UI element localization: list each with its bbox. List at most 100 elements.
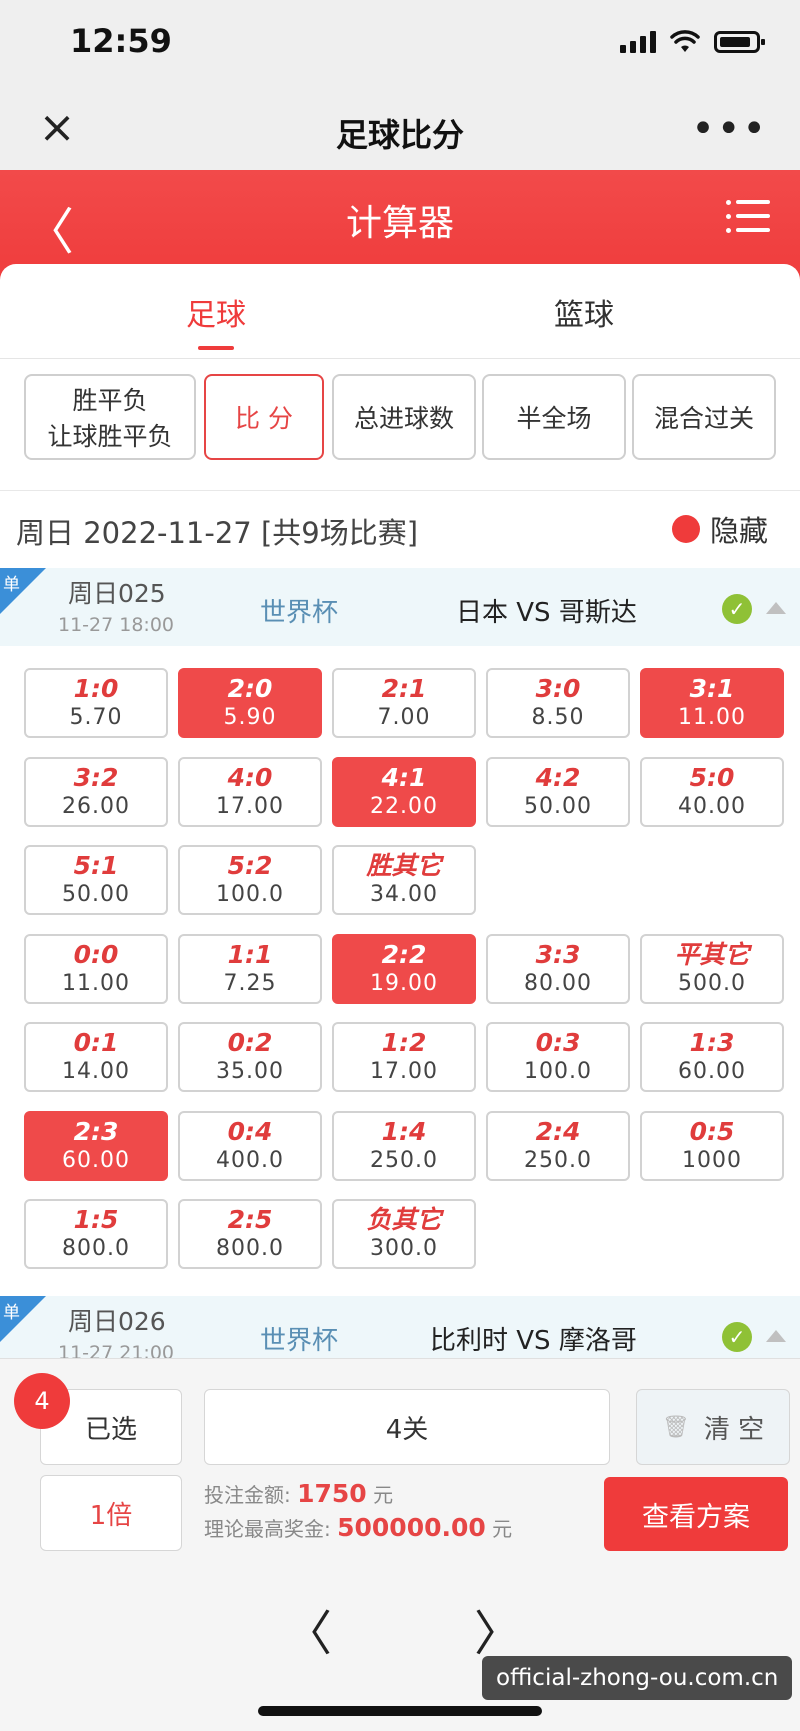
browser-forward-icon[interactable]: 〉 <box>474 1594 522 1664</box>
multiplier-label: 1倍 <box>89 1500 133 1531</box>
odds-value: 300.0 <box>370 1236 438 1261</box>
home-indicator[interactable] <box>258 1706 542 1716</box>
mode-score-button[interactable]: 比 分 <box>204 374 324 460</box>
score-odds-cell[interactable]: 1:0 5.70 <box>24 668 168 738</box>
odds-value: 50.00 <box>524 793 592 819</box>
mode-wdl-label: 胜平负 <box>72 386 148 415</box>
mode-half-full-label: 半全场 <box>516 404 592 433</box>
score-odds-cell[interactable]: 3:0 8.50 <box>486 668 630 738</box>
score-odds-cell[interactable]: 3:2 26.00 <box>24 756 168 827</box>
score-label: 负其它 <box>366 1205 442 1234</box>
score-odds-cell[interactable]: 1:3 60.00 <box>640 1022 784 1092</box>
sport-tabs: 足球 篮球 <box>0 264 800 359</box>
score-odds-cell[interactable]: 5:1 50.00 <box>24 845 168 915</box>
score-odds-cell[interactable]: 5:2 100.0 <box>178 845 322 915</box>
score-odds-cell[interactable]: 3:3 80.00 <box>486 933 630 1004</box>
score-odds-cell[interactable]: 4:0 17.00 <box>178 756 322 827</box>
score-odds-cell[interactable]: 2:3 60.00 <box>24 1110 168 1181</box>
collapse-icon[interactable] <box>766 1330 786 1342</box>
score-odds-cell[interactable]: 1:5 800.0 <box>24 1199 168 1269</box>
score-label: 2:5 <box>227 1205 273 1234</box>
score-label: 1:1 <box>227 939 273 969</box>
odds-value: 5.90 <box>223 705 277 730</box>
status-icons <box>620 30 765 54</box>
check-icon[interactable]: ✓ <box>722 594 752 624</box>
match-header[interactable]: 单 周日025 11-27 18:00 世界杯 日本 VS 哥斯达 ✓ <box>0 568 800 646</box>
menu-icon[interactable] <box>726 200 770 236</box>
score-odds-cell[interactable]: 0:1 14.00 <box>24 1022 168 1092</box>
more-icon[interactable]: ••• <box>691 106 768 152</box>
score-odds-cell[interactable]: 4:2 50.00 <box>486 756 630 827</box>
score-odds-cell[interactable]: 1:1 7.25 <box>178 933 322 1004</box>
max-prize-row: 理论最高奖金: 500000.00 元 <box>204 1513 512 1542</box>
signal-icon <box>620 31 656 53</box>
score-label: 0:3 <box>535 1028 581 1057</box>
score-odds-cell[interactable]: 4:1 22.00 <box>332 756 476 827</box>
score-label: 1:0 <box>73 674 119 703</box>
score-label: 1:4 <box>381 1116 427 1146</box>
hide-toggle[interactable]: 隐藏 <box>671 508 768 550</box>
score-label: 2:3 <box>73 1116 119 1146</box>
browser-back-icon[interactable]: 〈 <box>284 1594 332 1664</box>
view-plan-button[interactable]: 查看方案 <box>604 1477 788 1551</box>
match-header[interactable]: 单 周日026 11-27 21:00 世界杯 比利时 VS 摩洛哥 ✓ <box>0 1296 800 1358</box>
odds-value: 60.00 <box>62 1147 130 1173</box>
score-label: 2:4 <box>535 1116 581 1146</box>
mode-half-full-button[interactable]: 半全场 <box>482 374 626 460</box>
tab-basketball-label: 篮球 <box>554 298 614 333</box>
odds-value: 17.00 <box>216 793 284 819</box>
score-label: 5:2 <box>227 851 273 880</box>
score-odds-cell[interactable]: 2:2 19.00 <box>332 933 476 1004</box>
odds-value: 40.00 <box>678 793 746 819</box>
score-odds-cell[interactable]: 2:0 5.90 <box>178 668 322 738</box>
score-label: 4:0 <box>227 762 273 792</box>
score-odds-cell[interactable]: 负其它 300.0 <box>332 1199 476 1269</box>
calculator-panel: 足球 篮球 胜平负 让球胜平负 比 分 总进球数 半全场 混合过关 周日 202… <box>0 264 800 1364</box>
bet-type-row: 胜平负 让球胜平负 比 分 总进球数 半全场 混合过关 <box>0 358 800 491</box>
score-odds-cell[interactable]: 0:0 11.00 <box>24 933 168 1004</box>
odds-value: 100.0 <box>524 1059 592 1084</box>
odds-value: 22.00 <box>370 793 438 819</box>
score-odds-cell[interactable]: 0:3 100.0 <box>486 1022 630 1092</box>
tab-basketball[interactable]: 篮球 <box>484 290 684 334</box>
max-prize-value: 500000.00 <box>337 1513 486 1542</box>
page-title: 足球比分 <box>335 116 464 154</box>
score-odds-cell[interactable]: 5:0 40.00 <box>640 756 784 827</box>
score-label: 0:4 <box>227 1116 273 1146</box>
collapse-icon[interactable] <box>766 602 786 614</box>
score-odds-cell[interactable]: 胜其它 34.00 <box>332 845 476 915</box>
check-icon[interactable]: ✓ <box>722 1322 752 1352</box>
mode-mixed-button[interactable]: 混合过关 <box>632 374 776 460</box>
multiplier-button[interactable]: 1倍 <box>40 1475 182 1551</box>
score-label: 3:1 <box>689 674 735 703</box>
score-label: 5:0 <box>689 762 735 792</box>
score-odds-cell[interactable]: 0:2 35.00 <box>178 1022 322 1092</box>
view-plan-label: 查看方案 <box>642 1501 750 1533</box>
mode-total-goals-button[interactable]: 总进球数 <box>332 374 476 460</box>
score-odds-cell[interactable]: 1:4 250.0 <box>332 1110 476 1181</box>
odds-value: 7.00 <box>377 705 431 730</box>
clear-button[interactable]: 🗑 清 空 <box>636 1389 790 1465</box>
score-label: 5:1 <box>73 851 119 880</box>
mode-wdl-button[interactable]: 胜平负 让球胜平负 <box>24 374 196 460</box>
score-odds-cell[interactable]: 0:5 1000 <box>640 1110 784 1181</box>
score-label: 平其它 <box>674 939 750 969</box>
match-teams: 日本 VS 哥斯达 <box>456 598 637 628</box>
score-odds-cell[interactable]: 2:4 250.0 <box>486 1110 630 1181</box>
match-date: 周日 2022-11-27 [共9场比赛] <box>16 516 419 550</box>
score-odds-cell[interactable]: 0:4 400.0 <box>178 1110 322 1181</box>
score-label: 3:3 <box>535 939 581 969</box>
score-odds-cell[interactable]: 3:1 11.00 <box>640 668 784 738</box>
score-label: 2:2 <box>381 939 427 969</box>
score-odds-cell[interactable]: 2:5 800.0 <box>178 1199 322 1269</box>
odds-value: 11.00 <box>678 705 746 730</box>
score-label: 1:3 <box>689 1028 735 1057</box>
score-odds-cell[interactable]: 平其它 500.0 <box>640 933 784 1004</box>
pass-type-selector[interactable]: 4关 <box>204 1389 610 1465</box>
odds-value: 80.00 <box>524 970 592 996</box>
score-label: 胜其它 <box>366 851 442 880</box>
tab-football[interactable]: 足球 <box>116 290 316 350</box>
score-odds-cell[interactable]: 2:1 7.00 <box>332 668 476 738</box>
score-odds-cell[interactable]: 1:2 17.00 <box>332 1022 476 1092</box>
odds-value: 11.00 <box>62 970 130 996</box>
